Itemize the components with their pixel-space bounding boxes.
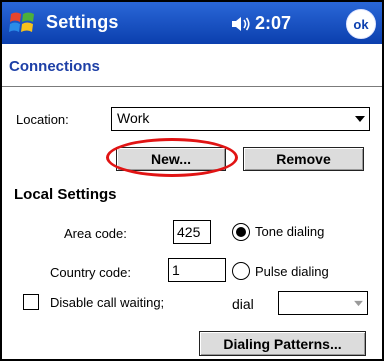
chevron-down-icon bbox=[355, 116, 365, 122]
pulse-dialing-radio[interactable] bbox=[232, 262, 250, 280]
area-code-value: 425 bbox=[177, 224, 201, 240]
remove-button[interactable]: Remove bbox=[243, 147, 364, 171]
dial-dropdown[interactable] bbox=[278, 291, 368, 315]
new-button[interactable]: New... bbox=[116, 147, 226, 171]
clock-time[interactable]: 2:07 bbox=[255, 13, 291, 34]
disable-call-waiting-label[interactable]: Disable call waiting; bbox=[50, 295, 164, 310]
country-code-label: Country code: bbox=[50, 265, 131, 280]
dial-label: dial bbox=[232, 296, 254, 312]
location-label: Location: bbox=[16, 112, 69, 127]
country-code-field[interactable]: 1 bbox=[168, 258, 226, 282]
title-bar: Settings 2:07 ok bbox=[2, 2, 382, 44]
area-code-label: Area code: bbox=[64, 226, 127, 241]
pulse-dialing-label[interactable]: Pulse dialing bbox=[255, 264, 329, 279]
radio-selected-dot bbox=[236, 227, 246, 237]
disable-call-waiting-checkbox[interactable] bbox=[23, 294, 39, 310]
area-code-field[interactable]: 425 bbox=[173, 220, 211, 244]
speaker-icon[interactable] bbox=[231, 16, 251, 32]
windows-start-icon[interactable] bbox=[8, 9, 38, 37]
ok-button[interactable]: ok bbox=[346, 9, 376, 39]
tone-dialing-label[interactable]: Tone dialing bbox=[255, 224, 324, 239]
location-value: Work bbox=[117, 110, 150, 126]
dialing-patterns-button[interactable]: Dialing Patterns... bbox=[199, 331, 366, 356]
country-code-value: 1 bbox=[172, 262, 180, 278]
page-title: Connections bbox=[9, 58, 100, 75]
section-divider bbox=[2, 86, 382, 87]
tone-dialing-radio[interactable] bbox=[232, 223, 250, 241]
location-dropdown[interactable]: Work bbox=[111, 107, 370, 131]
chevron-down-icon bbox=[354, 300, 363, 307]
local-settings-heading: Local Settings bbox=[14, 186, 117, 203]
window-title: Settings bbox=[46, 12, 119, 32]
settings-window: Settings 2:07 ok Connections Location: W… bbox=[0, 0, 384, 361]
